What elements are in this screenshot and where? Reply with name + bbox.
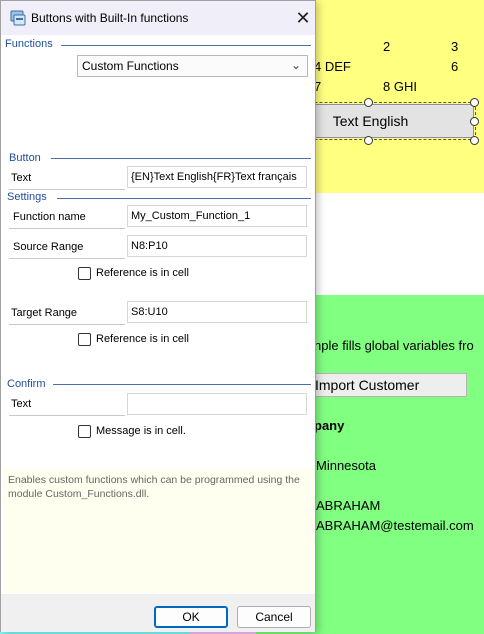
button-section-label: Button bbox=[9, 152, 45, 164]
row-separator bbox=[9, 189, 125, 190]
functions-section-label: Functions bbox=[5, 38, 57, 50]
cell-ghi[interactable]: 8 GHI bbox=[383, 79, 417, 94]
cell-name[interactable]: ABRAHAM bbox=[316, 498, 380, 513]
dropdown-selected-value: Custom Functions bbox=[82, 59, 179, 73]
cell-company[interactable]: pany bbox=[314, 418, 344, 433]
confirm-section-label: Confirm bbox=[7, 378, 50, 390]
resize-handle[interactable] bbox=[470, 98, 479, 107]
buttons-dialog: Buttons with Built-In functions ✕ Functi… bbox=[0, 0, 316, 632]
cell-description[interactable]: nple fills global variables fro bbox=[314, 338, 474, 353]
confirm-section-line bbox=[53, 384, 311, 385]
source-reference-label[interactable]: Reference is in cell bbox=[96, 267, 189, 279]
function-name-field[interactable]: My_Custom_Function_1 bbox=[127, 205, 307, 227]
cancel-button[interactable]: Cancel bbox=[237, 606, 311, 628]
target-reference-label[interactable]: Reference is in cell bbox=[96, 333, 189, 345]
source-range-label: Source Range bbox=[13, 241, 84, 253]
resize-handle[interactable] bbox=[470, 117, 479, 126]
function-type-dropdown[interactable]: Custom Functions ⌄ bbox=[77, 55, 308, 77]
cell-num-6[interactable]: 6 bbox=[451, 59, 458, 74]
source-reference-checkbox[interactable] bbox=[78, 267, 91, 280]
row-separator bbox=[9, 324, 125, 325]
cell-num-3[interactable]: 3 bbox=[451, 39, 458, 54]
message-in-cell-label[interactable]: Message is in cell. bbox=[96, 425, 186, 437]
cell-state[interactable]: Minnesota bbox=[316, 458, 376, 473]
row-separator bbox=[9, 258, 125, 259]
cell-email[interactable]: ABRAHAM@testemail.com bbox=[316, 518, 474, 533]
message-in-cell-checkbox[interactable] bbox=[78, 425, 91, 438]
target-reference-checkbox[interactable] bbox=[78, 333, 91, 346]
source-range-field[interactable]: N8:P10 bbox=[127, 235, 307, 257]
row-separator bbox=[9, 228, 125, 229]
app-icon bbox=[10, 10, 26, 26]
resize-handle[interactable] bbox=[364, 98, 373, 107]
button-section-line bbox=[51, 158, 311, 159]
ok-button[interactable]: OK bbox=[154, 606, 228, 628]
cell-num-2[interactable]: 2 bbox=[383, 39, 390, 54]
confirm-text-field[interactable] bbox=[127, 393, 307, 415]
chevron-down-icon: ⌄ bbox=[290, 58, 301, 72]
dialog-title: Buttons with Built-In functions bbox=[31, 11, 189, 25]
resize-handle[interactable] bbox=[470, 136, 479, 145]
target-range-label: Target Range bbox=[11, 307, 78, 319]
settings-section-line bbox=[57, 198, 311, 199]
settings-section-label: Settings bbox=[7, 191, 51, 203]
dialog-titlebar[interactable]: Buttons with Built-In functions ✕ bbox=[1, 1, 315, 35]
cell-def[interactable]: 4 DEF bbox=[314, 59, 351, 74]
target-range-field[interactable]: S8:U10 bbox=[127, 301, 307, 323]
functions-section-line bbox=[61, 45, 311, 46]
button-text-field[interactable]: {EN}Text English{FR}Text français bbox=[127, 166, 307, 188]
confirm-text-label: Text bbox=[11, 398, 32, 410]
function-name-label: Function name bbox=[13, 211, 86, 223]
close-icon[interactable]: ✕ bbox=[292, 7, 314, 29]
button-text-label: Text bbox=[11, 172, 32, 184]
import-customer-button[interactable]: Import Customer bbox=[306, 373, 467, 397]
row-separator bbox=[9, 415, 125, 416]
info-panel: Enables custom functions which can be pr… bbox=[3, 469, 313, 593]
resize-handle[interactable] bbox=[364, 136, 373, 145]
